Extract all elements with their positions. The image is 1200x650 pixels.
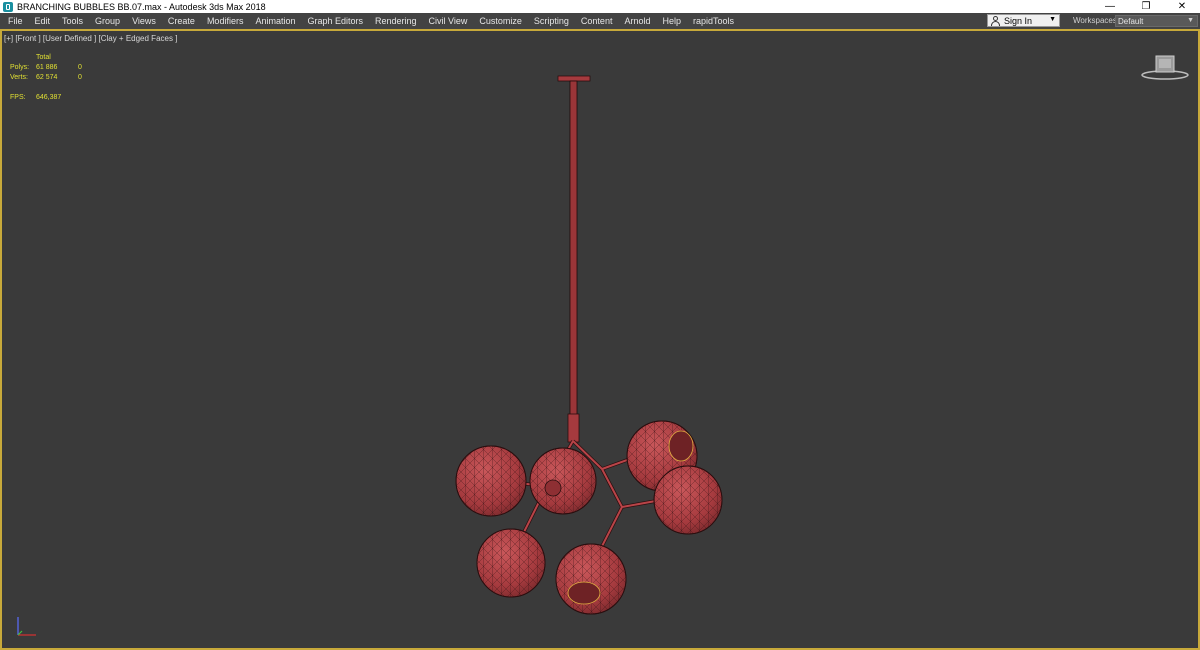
menu-content[interactable]: Content	[575, 16, 619, 26]
menu-civil-view[interactable]: Civil View	[423, 16, 474, 26]
workspaces-select[interactable]: Default ▼	[1115, 15, 1198, 27]
menu-graph-editors[interactable]: Graph Editors	[301, 16, 369, 26]
menu-rapidtools[interactable]: rapidTools	[687, 16, 740, 26]
menu-rendering[interactable]: Rendering	[369, 16, 423, 26]
restore-button[interactable]: ❐	[1128, 0, 1164, 13]
menu-scripting[interactable]: Scripting	[528, 16, 575, 26]
caret-down-icon: ▼	[1187, 17, 1194, 24]
menu-animation[interactable]: Animation	[249, 16, 301, 26]
workspaces-value: Default	[1118, 16, 1144, 26]
close-button[interactable]: ✕	[1164, 0, 1200, 13]
menu-help[interactable]: Help	[656, 16, 687, 26]
sign-in-label: Sign In	[1004, 15, 1033, 26]
menu-bar: File Edit Tools Group Views Create Modif…	[0, 13, 1200, 29]
title-bar: BRANCHING BUBBLES BB.07.max - Autodesk 3…	[0, 0, 1200, 13]
chandelier-model[interactable]	[2, 31, 1198, 648]
menu-tools[interactable]: Tools	[56, 16, 89, 26]
window-title: BRANCHING BUBBLES BB.07.max - Autodesk 3…	[17, 1, 266, 12]
workspaces-label: Workspaces:	[1073, 16, 1120, 25]
menu-create[interactable]: Create	[162, 16, 201, 26]
user-icon	[991, 15, 1001, 26]
3dsmax-icon[interactable]	[3, 1, 13, 12]
menu-modifiers[interactable]: Modifiers	[201, 16, 250, 26]
window-controls: — ❐ ✕	[1092, 0, 1200, 13]
minimize-button[interactable]: —	[1092, 0, 1128, 13]
sign-in-dropdown[interactable]: Sign In ▼	[987, 14, 1060, 27]
caret-down-icon: ▼	[1049, 16, 1056, 23]
menu-edit[interactable]: Edit	[29, 16, 57, 26]
front-viewport[interactable]: [+] [Front ] [User Defined ] [Clay + Edg…	[0, 29, 1200, 650]
menu-file[interactable]: File	[0, 16, 29, 26]
menu-views[interactable]: Views	[126, 16, 162, 26]
menu-arnold[interactable]: Arnold	[618, 16, 656, 26]
menu-group[interactable]: Group	[89, 16, 126, 26]
menu-customize[interactable]: Customize	[473, 16, 528, 26]
